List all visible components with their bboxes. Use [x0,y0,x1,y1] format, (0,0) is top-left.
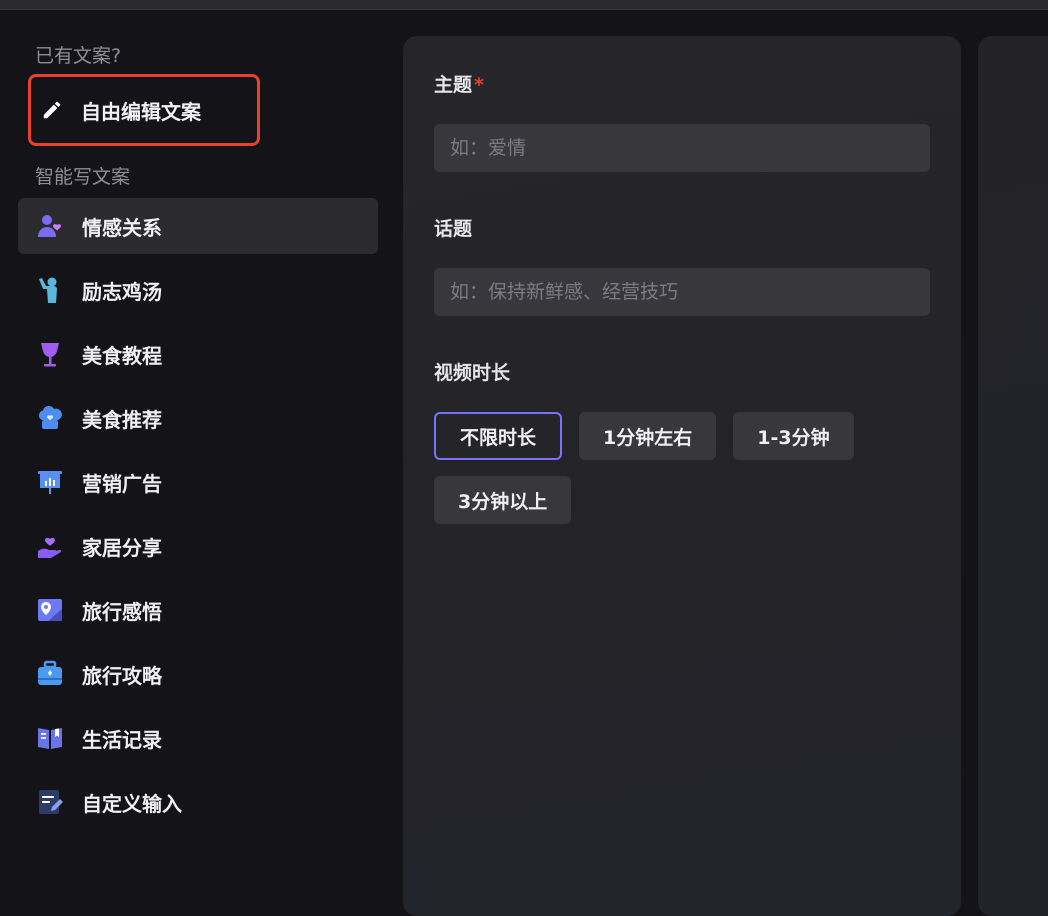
sidebar-item-food-recommend[interactable]: 美食推荐 [18,390,378,446]
topic-input[interactable] [434,124,930,172]
smart-write-label: 智能写文案 [35,166,131,188]
duration-label: 视频时长 [434,362,511,384]
sidebar-item-label: 美食推荐 [82,407,162,432]
free-edit-label: 自由编辑文案 [81,99,201,124]
duration-option-about-1min[interactable]: 1分钟左右 [579,412,717,460]
hand-heart-icon [35,531,65,561]
sidebar-item-label: 营销广告 [82,471,162,496]
map-pin-icon [35,595,65,625]
required-mark: * [474,74,484,96]
duration-option-over-3min[interactable]: 3分钟以上 [434,476,572,524]
open-book-icon [35,723,65,753]
sidebar-item-food-tutorial[interactable]: 美食教程 [18,326,378,382]
edit-note-icon [35,787,65,817]
presentation-board-icon [35,467,65,497]
sidebar-item-marketing[interactable]: 营销广告 [18,454,378,510]
sidebar-item-emotion[interactable]: 情感关系 [18,198,378,254]
sidebar: 已有文案? 自由编辑文案 智能写文案 情感关系 励志鸡汤 美食教程 美食推荐 营… [0,11,398,900]
category-menu: 情感关系 励志鸡汤 美食教程 美食推荐 营销广告 家居分享 旅行感悟 旅行攻略 … [18,198,378,838]
person-cheer-icon [35,275,65,305]
has-copy-label: 已有文案? [35,45,122,67]
sidebar-item-custom-input[interactable]: 自定义输入 [18,774,378,830]
window-top-bar [0,0,1048,10]
sidebar-item-life-record[interactable]: 生活记录 [18,710,378,766]
sidebar-item-label: 旅行感悟 [82,599,162,624]
sidebar-item-travel-guide[interactable]: 旅行攻略 [18,646,378,702]
sidebar-item-label: 家居分享 [82,535,162,560]
suitcase-icon [35,659,65,689]
sidebar-item-label: 旅行攻略 [82,663,162,688]
subject-input[interactable] [434,268,930,316]
topic-label: 主题 * [434,74,484,96]
preview-panel [978,36,1048,916]
duration-option-1-3min[interactable]: 1-3分钟 [733,412,854,460]
duration-option-unlimited[interactable]: 不限时长 [434,412,563,460]
sidebar-item-travel-thoughts[interactable]: 旅行感悟 [18,582,378,638]
sidebar-item-inspiration[interactable]: 励志鸡汤 [18,262,378,318]
sidebar-item-label: 情感关系 [82,215,162,240]
duration-options: 不限时长 1分钟左右 1-3分钟 3分钟以上 [434,412,934,524]
sidebar-item-label: 生活记录 [82,727,162,752]
wine-glass-icon [35,339,65,369]
sidebar-item-label: 美食教程 [82,343,162,368]
users-heart-icon [35,211,65,241]
sidebar-item-home-share[interactable]: 家居分享 [18,518,378,574]
pencil-icon [39,97,65,123]
form-panel: 主题* 话题 视频时长 不限时长 1分钟左右 1-3分钟 3分钟以上 [403,36,961,916]
sidebar-item-label: 自定义输入 [82,791,182,816]
free-edit-copy-button[interactable]: 自由编辑文案 [28,74,260,146]
chef-hat-icon [35,403,65,433]
subject-label: 话题 [434,218,473,240]
sidebar-item-label: 励志鸡汤 [82,279,162,304]
